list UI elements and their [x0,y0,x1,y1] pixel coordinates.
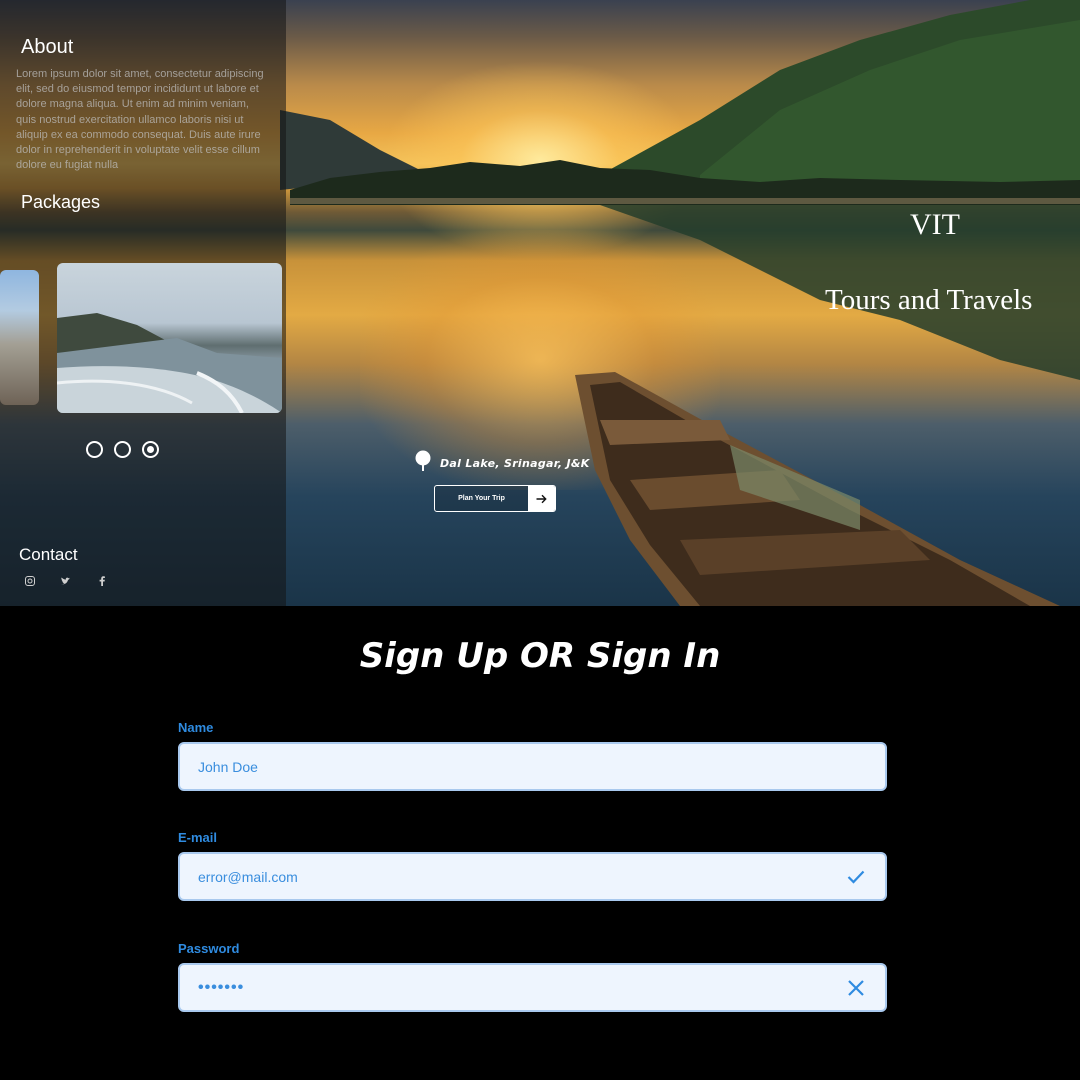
password-field[interactable]: ••••••• [178,963,887,1012]
about-text: Lorem ipsum dolor sit amet, consectetur … [16,68,264,172]
name-label: Name [178,720,214,735]
twitter-icon[interactable] [61,575,71,587]
arrow-right-icon [528,486,555,511]
location-tag: Dal Lake, Srinagar, J&K [414,450,590,477]
about-heading: About [21,36,74,58]
carousel-dot-2[interactable] [114,441,131,458]
social-links [25,575,107,587]
location-text: Dal Lake, Srinagar, J&K [440,457,590,470]
checkmark-icon [845,866,867,888]
auth-form-section: Sign Up OR Sign In Name John Doe E-mail … [0,606,1080,1080]
carousel-dot-3[interactable] [142,441,159,458]
brand-title: VIT [910,208,960,241]
name-field[interactable]: John Doe [178,742,887,791]
password-value: ••••••• [198,978,245,996]
instagram-icon[interactable] [25,575,35,587]
carousel-dot-1[interactable] [86,441,103,458]
name-value: John Doe [198,758,258,775]
email-label: E-mail [178,830,218,845]
map-pin-icon [414,450,432,477]
plan-trip-label: Plan Your Trip [458,495,505,502]
form-title: Sign Up OR Sign In [359,636,721,676]
plan-trip-button[interactable]: Plan Your Trip [434,485,556,512]
email-value: error@mail.com [198,868,298,885]
close-icon [845,977,867,999]
packages-heading: Packages [21,192,101,212]
package-card-beach[interactable] [57,263,282,413]
facebook-icon[interactable] [97,575,107,587]
brand-subtitle: Tours and Travels [825,284,1033,316]
hero-banner: About Lorem ipsum dolor sit amet, consec… [0,0,1080,606]
email-field[interactable]: error@mail.com [178,852,887,901]
carousel-dots [86,441,159,458]
package-card-prev[interactable] [0,270,39,405]
password-label: Password [178,941,240,956]
contact-heading: Contact [19,545,78,564]
beach-image [57,313,282,413]
